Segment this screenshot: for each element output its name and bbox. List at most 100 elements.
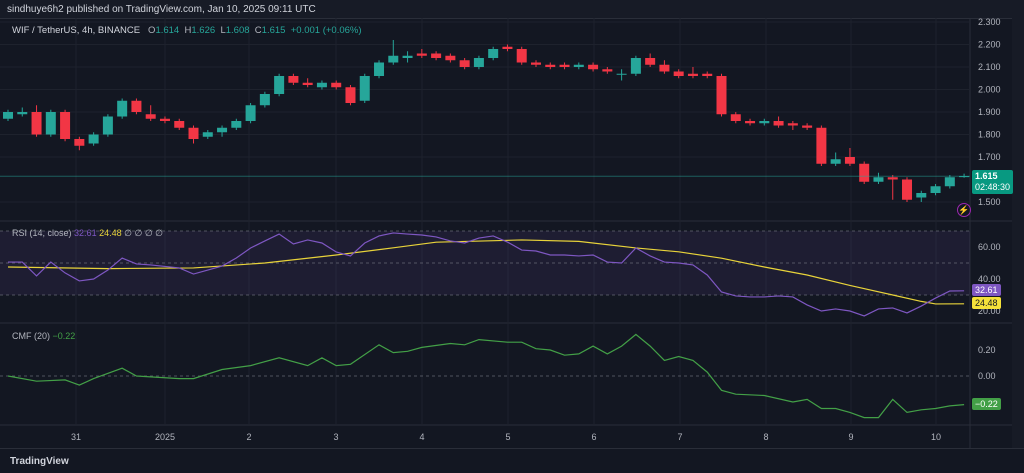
price-tick-label: 1.800 bbox=[978, 130, 1001, 140]
time-tick-label: 2 bbox=[246, 432, 251, 442]
candle-body bbox=[616, 73, 627, 75]
candle-body bbox=[902, 179, 913, 200]
rsi-na-values: ∅ ∅ ∅ ∅ bbox=[124, 228, 164, 238]
candle-body bbox=[745, 121, 756, 124]
last-price-tag: 1.615 02:48:30 bbox=[972, 170, 1014, 194]
cmf-title[interactable]: CMF (20) bbox=[12, 331, 50, 341]
price-tick-label: 2.100 bbox=[978, 62, 1001, 72]
candle-body bbox=[559, 64, 570, 67]
rsi-tag: 32.61 bbox=[972, 284, 1001, 296]
rsi-value: 32.61 bbox=[74, 228, 97, 238]
time-tick-label: 4 bbox=[419, 432, 424, 442]
rsi-ma-tag: 24.48 bbox=[972, 297, 1001, 309]
candle-body bbox=[802, 125, 813, 128]
candle-body bbox=[288, 76, 299, 83]
candle-body bbox=[302, 82, 313, 85]
tradingview-logo[interactable]: TradingView bbox=[10, 456, 69, 467]
candle-body bbox=[816, 127, 827, 164]
candle-body bbox=[445, 55, 456, 61]
time-tick-label: 8 bbox=[763, 432, 768, 442]
candle-body bbox=[60, 112, 71, 139]
candle-body bbox=[431, 53, 442, 58]
footer: TradingView bbox=[0, 448, 1024, 473]
rsi-legend: RSI (14, close) 32.61 24.48 ∅ ∅ ∅ ∅ bbox=[12, 228, 163, 239]
candle-body bbox=[730, 114, 741, 121]
time-tick-label: 7 bbox=[677, 432, 682, 442]
last-price: 1.615 bbox=[975, 171, 998, 181]
low-value: 1.608 bbox=[225, 25, 250, 36]
close-label: C bbox=[254, 25, 262, 36]
time-tick-label: 6 bbox=[591, 432, 596, 442]
right-strip bbox=[1012, 18, 1024, 448]
rsi-ma-value: 24.48 bbox=[99, 228, 122, 238]
candle-body bbox=[545, 64, 556, 67]
candle-body bbox=[102, 116, 113, 135]
candle-body bbox=[259, 94, 270, 106]
candle-body bbox=[830, 159, 841, 164]
time-tick-label: 9 bbox=[848, 432, 853, 442]
candle-body bbox=[316, 82, 327, 88]
candle-body bbox=[687, 73, 698, 76]
cmf-tick-label: 0.00 bbox=[978, 371, 996, 381]
candle-body bbox=[488, 49, 499, 58]
candle-body bbox=[930, 186, 941, 193]
price-tick-label: 2.000 bbox=[978, 85, 1001, 95]
lightning-icon[interactable]: ⚡ bbox=[957, 203, 971, 217]
candle-body bbox=[345, 87, 356, 103]
time-tick-label: 5 bbox=[505, 432, 510, 442]
candle-body bbox=[630, 58, 641, 74]
price-tick-label: 1.500 bbox=[978, 197, 1001, 207]
candle-body bbox=[159, 118, 170, 121]
price-tick-label: 2.300 bbox=[978, 17, 1001, 27]
candle-body bbox=[916, 193, 927, 198]
candle-body bbox=[944, 177, 955, 187]
candle-body bbox=[659, 64, 670, 72]
candle-body bbox=[231, 121, 242, 128]
symbol-title[interactable]: WIF / TetherUS, 4h, BINANCE bbox=[12, 25, 140, 36]
close-value: 1.615 bbox=[261, 25, 286, 36]
rsi-tick-label: 40.00 bbox=[978, 274, 1001, 284]
candle-body bbox=[516, 49, 527, 63]
cmf-legend: CMF (20) −0.22 bbox=[12, 331, 75, 341]
candle-body bbox=[217, 127, 228, 133]
candle-body bbox=[117, 100, 128, 117]
rsi-title[interactable]: RSI (14, close) bbox=[12, 228, 72, 238]
candle-body bbox=[773, 121, 784, 126]
candle-body bbox=[331, 82, 342, 88]
candle-body bbox=[588, 64, 599, 70]
candle-body bbox=[416, 53, 427, 56]
rsi-tick-label: 60.00 bbox=[978, 242, 1001, 252]
candle-body bbox=[716, 76, 727, 115]
candle-body bbox=[3, 112, 13, 119]
candle-body bbox=[602, 69, 613, 72]
candle-body bbox=[473, 58, 484, 67]
price-tick-label: 1.900 bbox=[978, 107, 1001, 117]
candle-body bbox=[88, 134, 99, 144]
candle-body bbox=[573, 64, 584, 67]
chart-canvas[interactable]: 31 2025 2 3 4 5 6 7 8 9 10 2.300 2.200 2.100 2.000 1.90… bbox=[0, 0, 1012, 448]
candle-body bbox=[17, 112, 28, 115]
candle-body bbox=[459, 60, 470, 67]
candle-body bbox=[188, 127, 199, 139]
candle-body bbox=[359, 76, 370, 101]
time-tick-label: 31 bbox=[71, 432, 81, 442]
candle-body bbox=[702, 73, 713, 76]
time-tick-label: 10 bbox=[931, 432, 941, 442]
candle-body bbox=[873, 177, 884, 182]
candle-body bbox=[174, 121, 185, 128]
time-tick-label: 3 bbox=[333, 432, 338, 442]
bar-countdown: 02:48:30 bbox=[975, 182, 1011, 192]
cmf-value: −0.22 bbox=[52, 331, 76, 341]
candle-body bbox=[859, 163, 870, 182]
change-value: +0.001 (+0.06%) bbox=[290, 25, 362, 36]
candle-body bbox=[274, 76, 285, 94]
candle-body bbox=[202, 132, 213, 137]
high-value: 1.626 bbox=[191, 25, 216, 36]
candle-body bbox=[759, 121, 770, 124]
time-tick-label: 2025 bbox=[155, 432, 175, 442]
candle-body bbox=[887, 177, 898, 180]
candle-body bbox=[388, 55, 399, 63]
open-value: 1.614 bbox=[155, 25, 180, 36]
candle-body bbox=[45, 112, 56, 135]
candle-body bbox=[502, 46, 513, 49]
